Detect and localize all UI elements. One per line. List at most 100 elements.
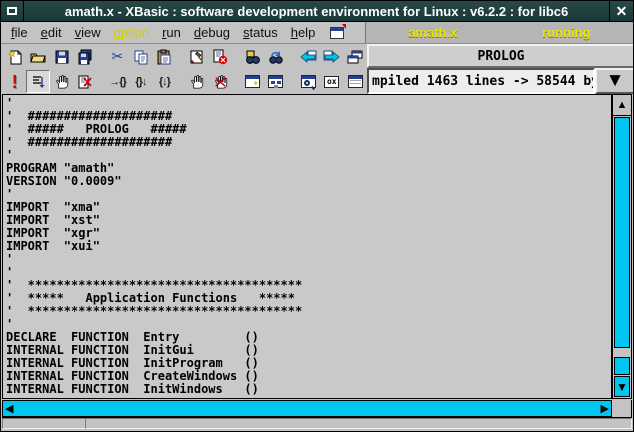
paste-icon xyxy=(156,49,172,65)
menu-file[interactable]: file xyxy=(8,22,31,43)
find-next-button[interactable] xyxy=(264,45,287,68)
program-name-label: amath.x xyxy=(366,22,500,43)
vertical-scrollbar[interactable]: ▲ ▼ xyxy=(612,94,632,399)
scroll-up-button[interactable]: ▲ xyxy=(613,95,631,116)
save-all-button[interactable] xyxy=(73,45,96,68)
titlebar: amath.x - XBasic : software development … xyxy=(1,1,633,22)
find-icon xyxy=(245,49,261,65)
copy-button[interactable] xyxy=(129,45,152,68)
vertical-scroll-track[interactable] xyxy=(613,349,631,357)
stop-edit-icon xyxy=(77,74,93,90)
code-editor[interactable]: ' ' #################### ' ##### PROLOG … xyxy=(2,94,612,399)
save-file-icon xyxy=(54,49,70,65)
pause-button[interactable] xyxy=(50,70,73,93)
code-row: ' ' #################### ' ##### PROLOG … xyxy=(2,94,632,399)
function-tree-icon xyxy=(268,75,283,88)
detach-menu-button[interactable] xyxy=(330,22,344,43)
run-status-label: running xyxy=(500,22,634,43)
menu-status[interactable]: status xyxy=(240,22,281,43)
code-line: ' ************************************** xyxy=(6,305,611,318)
scroll-down-button[interactable]: ▼ xyxy=(614,376,630,397)
navigate-back-icon xyxy=(300,50,317,64)
open-file-button[interactable] xyxy=(26,45,49,68)
scroll-up-icon: ▲ xyxy=(617,99,628,111)
menu-help[interactable]: help xyxy=(288,22,319,43)
statusbar xyxy=(2,417,632,429)
debug-dialog-button[interactable]: ✦ xyxy=(241,70,264,93)
window-title: amath.x - XBasic : software development … xyxy=(24,1,609,21)
find-button[interactable] xyxy=(241,45,264,68)
expression-watch-icon: ox xyxy=(324,76,339,88)
expression-watch-button[interactable]: ox xyxy=(320,70,343,93)
scroll-left-icon[interactable]: ◀ xyxy=(5,402,13,415)
goto-matching-brace-button[interactable]: {↓} xyxy=(153,70,176,93)
menu-view[interactable]: view xyxy=(72,22,104,43)
menu-edit[interactable]: edit xyxy=(38,22,65,43)
function-tree-button[interactable] xyxy=(264,70,287,93)
editor-region: ' ' #################### ' ##### PROLOG … xyxy=(1,94,633,429)
compile-row: mpiled 1463 lines -> 58544 bytes ▼ xyxy=(367,68,634,94)
scroll-right-icon[interactable]: ▶ xyxy=(601,402,609,415)
save-all-icon xyxy=(77,49,93,65)
statusbar-cell-left xyxy=(2,418,85,429)
xbasic-window: amath.x - XBasic : software development … xyxy=(0,0,634,432)
goto-function-end-button[interactable]: {}↓ xyxy=(129,70,152,93)
close-icon: ✕ xyxy=(616,3,628,20)
open-file-icon xyxy=(30,49,46,65)
horizontal-scrollbar[interactable]: ◀ ▶ xyxy=(2,400,612,417)
copy-icon xyxy=(133,49,149,65)
goto-function-end-icon: {}↓ xyxy=(135,76,146,88)
window-cascade-icon xyxy=(347,49,363,65)
inspect-window-button[interactable] xyxy=(297,70,320,93)
window-cascade-button[interactable] xyxy=(344,45,367,68)
code-line: VERSION "0.0009" xyxy=(6,175,611,188)
magnifier-icon xyxy=(304,80,310,86)
dropdown-arrow-icon: ▼ xyxy=(606,70,625,92)
detach-menu-icon xyxy=(330,27,344,39)
pause-hand-icon xyxy=(54,74,69,89)
debug-dialog-icon: ✦ xyxy=(245,75,260,88)
toolbar-columns: ✂ xyxy=(1,44,367,94)
section-dropdown-button[interactable]: ▼ xyxy=(595,68,634,94)
scroll-down-icon: ▼ xyxy=(616,380,628,394)
delete-text-button[interactable] xyxy=(208,45,231,68)
grid-view-icon xyxy=(348,75,363,88)
auto-indent-icon xyxy=(30,74,46,90)
pause-2-button[interactable] xyxy=(185,70,208,93)
toolbar-row-2: ! →{} {}↓ {↓} xyxy=(1,69,367,94)
stop-edit-button[interactable] xyxy=(73,70,96,93)
save-file-button[interactable] xyxy=(50,45,73,68)
navigate-back-button[interactable] xyxy=(297,45,320,68)
menu-run[interactable]: run xyxy=(159,22,184,43)
vertical-scroll-thumb[interactable] xyxy=(614,117,630,348)
close-button[interactable]: ✕ xyxy=(609,1,633,21)
section-label: PROLOG xyxy=(367,44,634,68)
pause-hand-2-icon xyxy=(189,74,204,89)
goto-matching-brace-icon: {↓} xyxy=(159,76,170,88)
grid-view-button[interactable] xyxy=(343,70,366,93)
halt-button[interactable] xyxy=(208,70,231,93)
run-exclaim-icon: ! xyxy=(12,73,18,91)
cut-button[interactable]: ✂ xyxy=(106,45,129,68)
auto-indent-button[interactable] xyxy=(26,70,50,93)
new-file-button[interactable] xyxy=(3,45,26,68)
navigate-forward-button[interactable] xyxy=(320,45,343,68)
menu-option[interactable]: option xyxy=(111,22,152,43)
scrollbar-corner xyxy=(612,400,632,417)
vertical-scroll-segment[interactable] xyxy=(614,357,630,375)
halt-hand-icon xyxy=(213,74,228,89)
new-file-icon xyxy=(7,49,23,65)
code-line: INTERNAL FUNCTION InitWindows () xyxy=(6,383,611,396)
hscroll-row: ◀ ▶ xyxy=(2,400,632,417)
window-menu-button[interactable] xyxy=(1,1,24,21)
code-line: IMPORT "xui" xyxy=(6,240,611,253)
paste-button[interactable] xyxy=(153,45,176,68)
toolbar-row-1: ✂ xyxy=(1,44,367,69)
info-panel: PROLOG mpiled 1463 lines -> 58544 bytes … xyxy=(367,44,634,94)
compile-button[interactable] xyxy=(185,45,208,68)
menu-debug[interactable]: debug xyxy=(191,22,233,43)
toolbar-zone: ✂ xyxy=(1,44,633,94)
code-line: ' #################### xyxy=(6,136,611,149)
goto-function-start-button[interactable]: →{} xyxy=(106,70,129,93)
run-button[interactable]: ! xyxy=(3,70,26,93)
